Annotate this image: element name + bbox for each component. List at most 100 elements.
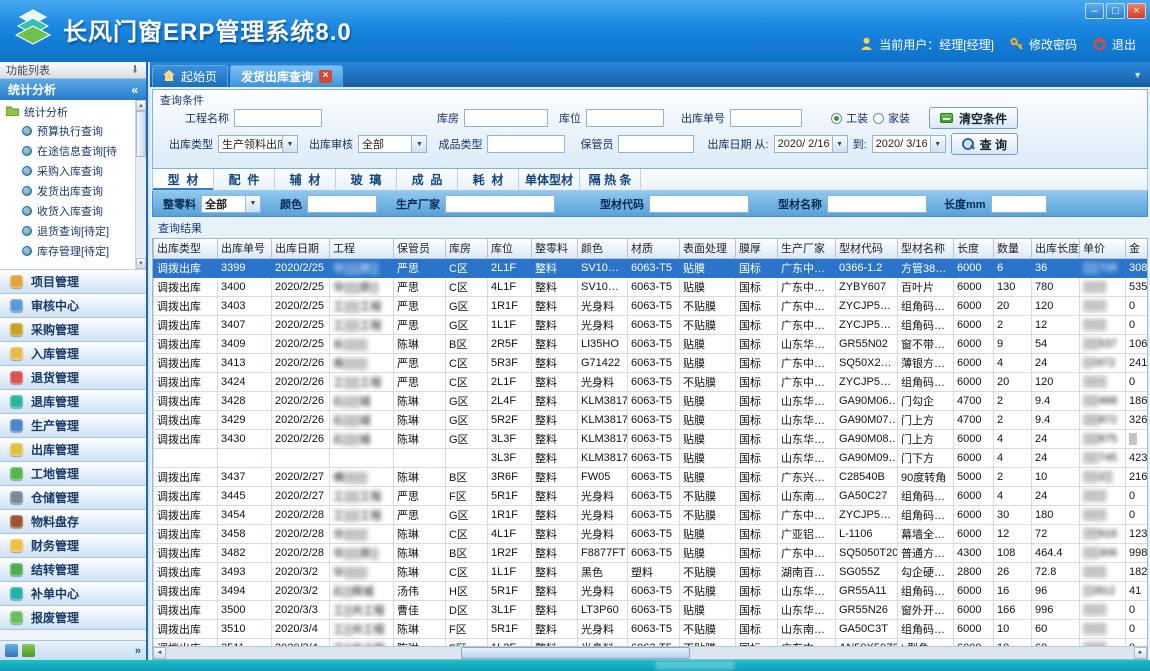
sidebar-module[interactable]: 退货管理 [0, 366, 146, 390]
monitor-icon[interactable] [22, 644, 35, 657]
sidebar-module[interactable]: 出库管理 [0, 438, 146, 462]
tab-list-dropdown-icon[interactable]: ▼ [1133, 70, 1142, 80]
minimize-button[interactable]: – [1085, 3, 1104, 19]
scrollbar-thumb[interactable] [461, 647, 690, 659]
table-row[interactable]: 调拨出库34032020/2/25工▒▒工程严思G区1R1F整料光身料6063-… [154, 296, 1149, 315]
outbound-type-select[interactable]: 生产领料出库 ▼ [218, 135, 298, 153]
column-header[interactable]: 出库类型 [154, 239, 218, 258]
color-input[interactable] [307, 195, 377, 213]
warehouse-input[interactable] [464, 109, 548, 127]
column-header[interactable]: 单价 [1080, 239, 1126, 258]
sidebar-module[interactable]: 审核中心 [0, 294, 146, 318]
keeper-input[interactable] [618, 135, 694, 153]
sidebar-module[interactable]: 仓储管理 [0, 486, 146, 510]
sidebar-module[interactable]: 补单中心 [0, 582, 146, 606]
tree-item[interactable]: 退货查询[待定] [0, 221, 146, 241]
column-header[interactable]: 出库单号 [218, 239, 272, 258]
column-header[interactable]: 整零料 [532, 239, 578, 258]
material-tab[interactable]: 玻 璃 [336, 169, 397, 190]
table-row[interactable]: 调拨出库34932020/3/2华▒▒▒陈琳C区1L1F整料黑色塑料不贴膜国标湖… [154, 562, 1149, 581]
column-header[interactable]: 材质 [628, 239, 680, 258]
tree-item[interactable]: 采购入库查询 [0, 161, 146, 181]
profile-name-input[interactable] [827, 195, 927, 213]
column-header[interactable]: 型材代码 [836, 239, 898, 258]
tree-item[interactable]: 收货入库查询 [0, 201, 146, 221]
radio-workwear[interactable]: 工装 [831, 110, 868, 126]
table-row[interactable]: 调拨出库34942020/3/2石▒辉城汤伟H区5R1F整料光身料6063-T5… [154, 581, 1149, 600]
outbound-audit-select[interactable]: 全部 ▼ [358, 135, 427, 153]
tab-close-icon[interactable]: × [319, 70, 332, 83]
date-from-picker[interactable]: 2020/ 2/16 ▼ [774, 135, 848, 153]
collapse-icon[interactable]: « [131, 83, 138, 97]
column-header[interactable]: 保管员 [394, 239, 446, 258]
tab-home[interactable]: 起始页 [152, 65, 228, 87]
radio-home-decoration[interactable]: 家装 [873, 110, 910, 126]
material-tab[interactable]: 辅 材 [275, 169, 336, 190]
change-password-link[interactable]: 修改密码 [1029, 36, 1077, 53]
material-tab[interactable]: 型 材 [153, 169, 214, 190]
table-row[interactable]: 调拨出库34092020/2/25长▒▒▒陈琳B区2R5F整料LI35HO606… [154, 334, 1149, 353]
material-tab[interactable]: 单体型材 [519, 169, 580, 190]
column-header[interactable]: 出库日期 [272, 239, 330, 258]
column-header[interactable]: 长度 [954, 239, 994, 258]
tab-shipment-outbound-query[interactable]: 发货出库查询 × [230, 65, 343, 87]
sidebar-module[interactable]: 生产管理 [0, 414, 146, 438]
sidebar-module[interactable]: 结转管理 [0, 558, 146, 582]
column-header[interactable]: 型材名称 [898, 239, 954, 258]
tree-item[interactable]: 在途信息查询[待 [0, 141, 146, 161]
sidebar-module[interactable]: 物料盘存 [0, 510, 146, 534]
search-button[interactable]: 查 询 [951, 133, 1018, 155]
sidebar-section-header[interactable]: 统计分析 « [0, 79, 146, 100]
material-tab[interactable]: 成 品 [397, 169, 458, 190]
table-row[interactable]: 调拨出库34292020/2/26石▒▒城陈琳G区5R2F整料KLM381760… [154, 410, 1149, 429]
whole-piece-select[interactable]: 全部 ▼ [201, 195, 261, 213]
scroll-left-icon[interactable]: ◄ [153, 647, 166, 659]
table-row[interactable]: 调拨出库34132020/2/26南▒▒▒严思C区5R3F整料G71422606… [154, 353, 1149, 372]
sidebar-module[interactable]: 入库管理 [0, 342, 146, 366]
table-row[interactable]: 调拨出库34282020/2/26石▒▒城陈琳G区2L4F整料KLM381760… [154, 391, 1149, 410]
tree-item[interactable]: 预算执行查询 [0, 121, 146, 141]
column-header[interactable]: 数量 [994, 239, 1032, 258]
tree-item[interactable]: 发货出库查询 [0, 181, 146, 201]
chart-icon[interactable] [5, 644, 18, 657]
project-name-input[interactable] [234, 109, 322, 127]
table-row[interactable]: 调拨出库34372020/2/27佛▒▒▒陈琳B区3R6F整料FW056063-… [154, 467, 1149, 486]
maximize-button[interactable]: □ [1106, 3, 1125, 19]
tree-root[interactable]: 统计分析 [0, 102, 146, 121]
column-header[interactable]: 工程 [330, 239, 394, 258]
slot-input[interactable] [586, 109, 664, 127]
tree-scrollbar-thumb[interactable] [136, 111, 146, 157]
column-header[interactable]: 生产厂家 [778, 239, 836, 258]
column-header[interactable]: 金 [1126, 239, 1149, 258]
material-tab[interactable]: 隔 热 条 [580, 169, 641, 190]
sidebar-module[interactable]: 报废管理 [0, 606, 146, 630]
column-header[interactable]: 膜厚 [736, 239, 778, 258]
order-no-input[interactable] [730, 109, 802, 127]
scroll-up-icon[interactable]: ▲ [136, 100, 146, 111]
clear-conditions-button[interactable]: 清空条件 [929, 107, 1018, 129]
close-button[interactable]: × [1127, 3, 1146, 19]
date-to-picker[interactable]: 2020/ 3/16 ▼ [872, 135, 946, 153]
sidebar-module[interactable]: 采购管理 [0, 318, 146, 342]
table-row[interactable]: 调拨出库34452020/2/27工▒▒工程严思F区5R1F整料光身料6063-… [154, 486, 1149, 505]
length-input[interactable] [991, 195, 1047, 213]
table-row[interactable]: 调拨出库35102020/3/4工▒共工程陈琳F区5R1F整料光身料6063-T… [154, 619, 1149, 638]
table-row[interactable]: 调拨出库34582020/2/28华▒▒▒陈琳C区4L1F整料光身料6063-T… [154, 524, 1149, 543]
table-row[interactable]: 调拨出库34002020/2/25华▒▒原▒严思C区4L1F整料SV10…606… [154, 277, 1149, 296]
sidebar-module[interactable]: 工地管理 [0, 462, 146, 486]
column-header[interactable]: 表面处理 [680, 239, 736, 258]
table-row[interactable]: 3L3F整料KLM38176063-T5贴膜国标山东华…GA90M09…门下方6… [154, 448, 1149, 467]
column-header[interactable]: 颜色 [578, 239, 628, 258]
more-icon[interactable]: » [135, 645, 141, 657]
table-row[interactable]: 调拨出库34822020/2/28华▒▒原▒陈琳B区1R2F整料F8877FT6… [154, 543, 1149, 562]
table-row[interactable]: 调拨出库35002020/3/3工▒共工程曹佳D区3L1F整料LT3P60606… [154, 600, 1149, 619]
scroll-down-icon[interactable]: ▼ [136, 258, 146, 269]
table-row[interactable]: 调拨出库34072020/2/25工▒▒工程严思G区1L1F整料光身料6063-… [154, 315, 1149, 334]
sidebar-module[interactable]: 财务管理 [0, 534, 146, 558]
tree-scrollbar[interactable]: ▲ ▼ [135, 100, 146, 269]
logout-link[interactable]: 退出 [1112, 36, 1136, 53]
table-row[interactable]: 调拨出库34542020/2/28工▒▒工程严思G区1R1F整料光身料6063-… [154, 505, 1149, 524]
sidebar-module[interactable]: 项目管理 [0, 270, 146, 294]
horizontal-scrollbar[interactable]: ◄ ► [153, 646, 1147, 659]
manufacturer-input[interactable] [445, 195, 555, 213]
